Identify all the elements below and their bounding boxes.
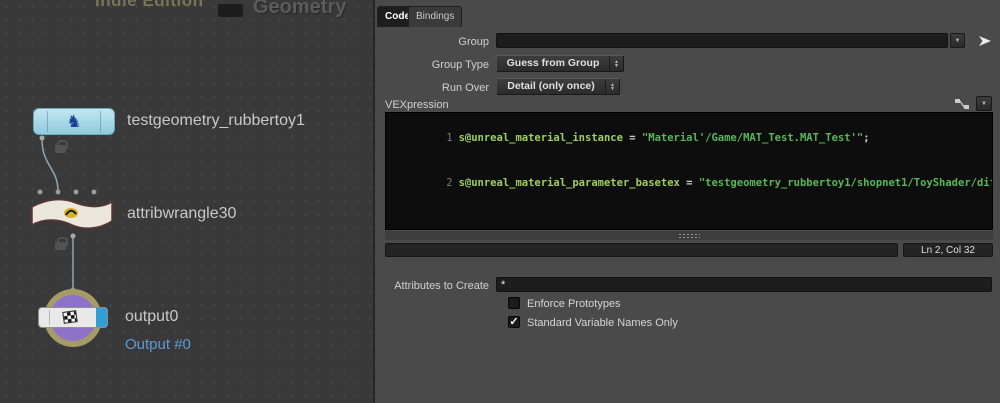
dropdown-arrow-icon: ▼ [955, 38, 961, 44]
tab-bindings[interactable]: Bindings [408, 6, 462, 27]
attributes-to-create-input[interactable] [496, 277, 992, 292]
rubbertoy-icon: ♞ [66, 110, 81, 134]
node-flag-divider [47, 111, 48, 132]
vexpression-label: VEXpression [385, 99, 449, 111]
node-label-attribwrangle: attribwrangle30 [127, 205, 236, 223]
dropdown-arrow-icon: ▼ [981, 101, 987, 107]
enforce-prototypes-label[interactable]: Enforce Prototypes [527, 298, 621, 310]
run-over-label: Run Over [375, 82, 489, 94]
group-label: Group [375, 36, 489, 48]
editor-resize-grip[interactable] [385, 231, 993, 240]
grip-dots-icon [678, 233, 700, 239]
checkmark-icon: ✓ [509, 316, 518, 328]
vex-expression-button[interactable] [953, 96, 971, 111]
group-select-arrow-button[interactable] [976, 33, 994, 48]
line-number: 1 [437, 131, 453, 146]
lock-icon[interactable] [55, 237, 66, 250]
cursor-position-indicator: Ln 2, Col 32 [903, 243, 993, 257]
network-editor[interactable]: Indie Edition Geometry ♞ testgeometry_ru… [0, 0, 373, 403]
group-type-label: Group Type [375, 59, 489, 71]
node-testgeometry[interactable]: ♞ [33, 108, 115, 135]
node-flag-divider [100, 111, 101, 132]
standard-variable-names-checkbox[interactable]: ✓ [508, 316, 520, 328]
code-line: 2s@unreal_material_parameter_basetex = "… [386, 161, 992, 206]
parameter-editor: Code Bindings Group ▼ Group Type Guess f… [375, 0, 1000, 403]
checker-flag-icon [62, 310, 78, 324]
spinner-icon: ▲▼ [609, 56, 623, 71]
display-flag[interactable] [96, 308, 107, 327]
output-index-label: Output #0 [125, 336, 191, 353]
node-label-testgeometry: testgeometry_rubbertoy1 [127, 112, 305, 130]
group-type-value: Guess from Group [497, 56, 609, 71]
vex-code-editor[interactable]: 1s@unreal_material_instance = "Material'… [385, 112, 993, 230]
code-line: 1s@unreal_material_instance = "Material'… [386, 116, 992, 161]
editor-hscrollbar[interactable] [385, 243, 898, 257]
node-label-output: output0 [125, 308, 178, 326]
run-over-menu[interactable]: Detail (only once) ▲▼ [496, 78, 620, 95]
group-menu-button[interactable]: ▼ [950, 33, 965, 48]
line-number: 2 [437, 176, 453, 191]
enforce-prototypes-checkbox[interactable] [508, 297, 520, 309]
node-graph-icon [955, 98, 970, 110]
node-output[interactable] [38, 307, 108, 328]
standard-variable-names-label[interactable]: Standard Variable Names Only [527, 317, 678, 329]
spinner-icon: ▲▼ [605, 79, 619, 94]
node-flag-divider [49, 310, 50, 325]
run-over-value: Detail (only once) [497, 79, 605, 94]
lock-icon[interactable] [55, 140, 66, 153]
wrangle-icon [63, 206, 79, 220]
vex-menu-button[interactable]: ▼ [976, 96, 992, 111]
houdini-window: Indie Edition Geometry ♞ testgeometry_ru… [0, 0, 1000, 403]
group-input[interactable] [496, 33, 948, 48]
attributes-to-create-label: Attributes to Create [375, 280, 489, 292]
select-arrow-icon [978, 35, 992, 47]
group-type-menu[interactable]: Guess from Group ▲▼ [496, 55, 624, 72]
